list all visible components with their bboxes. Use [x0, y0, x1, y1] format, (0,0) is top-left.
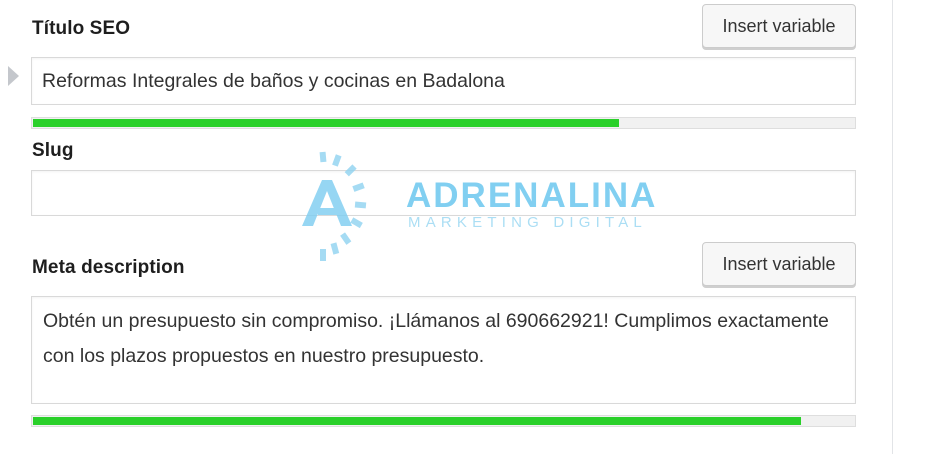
meta-description-label: Meta description: [32, 257, 185, 278]
seo-title-input[interactable]: [31, 57, 856, 105]
seo-title-progress-fill: [33, 119, 620, 127]
collapse-arrow-icon[interactable]: [8, 66, 19, 86]
seo-title-label: Título SEO: [32, 18, 131, 39]
slug-input[interactable]: [31, 170, 856, 216]
meta-description-progress-fill: [33, 417, 801, 425]
sidebar-divider: [892, 0, 893, 454]
seo-title-progress-bar: [31, 117, 856, 129]
meta-description-insert-variable-button[interactable]: Insert variable: [702, 242, 856, 286]
slug-label: Slug: [32, 140, 74, 161]
meta-description-progress-bar: [31, 415, 856, 427]
seo-title-insert-variable-button[interactable]: Insert variable: [702, 4, 856, 48]
meta-description-textarea[interactable]: Obtén un presupuesto sin compromiso. ¡Ll…: [31, 296, 856, 404]
watermark-tagline: MARKETING DIGITAL: [408, 214, 647, 231]
